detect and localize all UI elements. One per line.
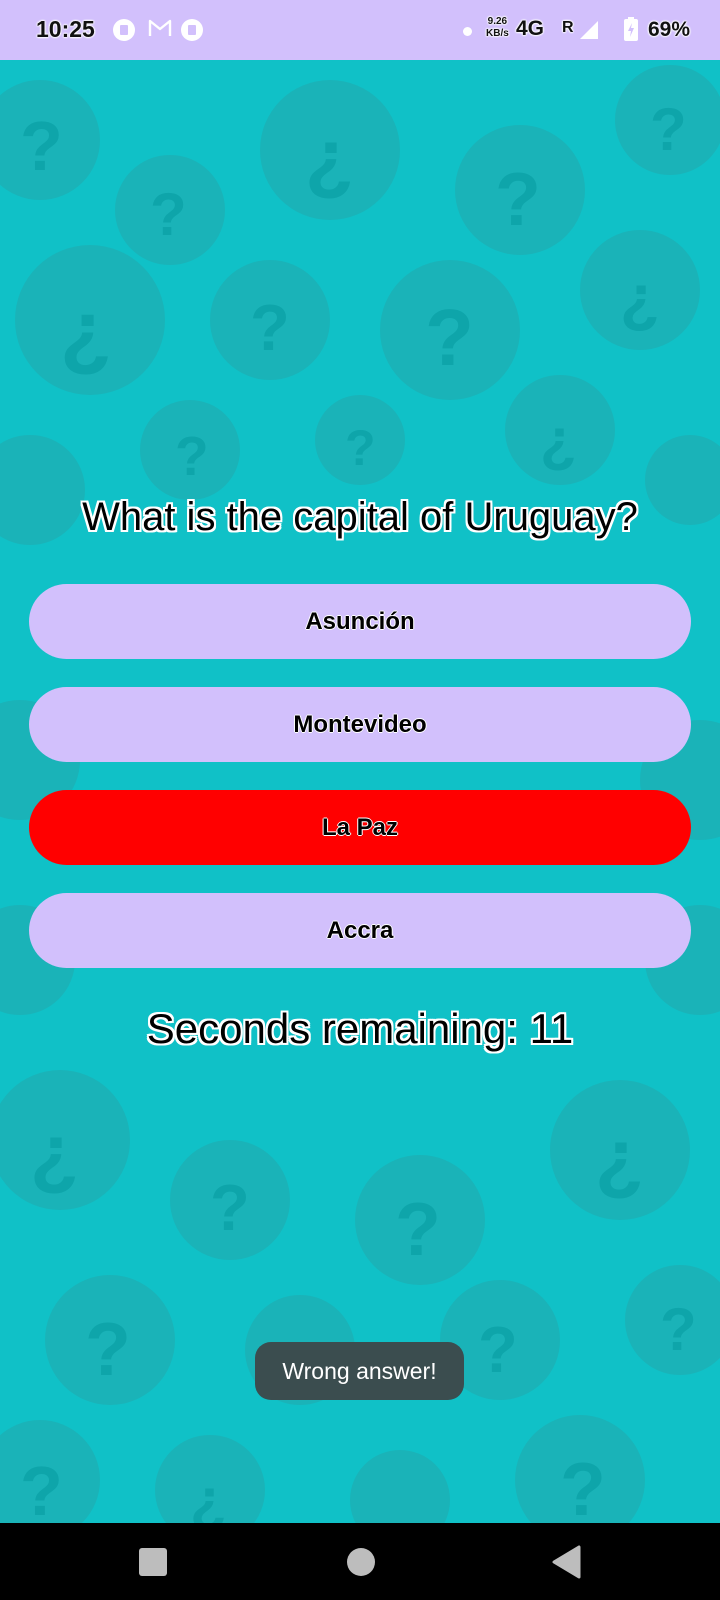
network-speed-value: 9.26 bbox=[487, 16, 508, 27]
svg-text:?: ? bbox=[660, 1296, 697, 1363]
app-notification-icon bbox=[181, 19, 203, 41]
svg-text:?: ? bbox=[560, 1447, 606, 1523]
gmail-icon bbox=[148, 19, 172, 36]
svg-text:¿: ¿ bbox=[540, 406, 577, 473]
svg-text:?: ? bbox=[650, 96, 687, 163]
svg-text:?: ? bbox=[395, 1187, 441, 1271]
svg-text:?: ? bbox=[20, 1452, 63, 1523]
svg-text:?: ? bbox=[210, 1171, 250, 1244]
question-text: What is the capital of Uruguay? bbox=[82, 495, 638, 539]
roaming-indicator: R bbox=[562, 19, 574, 36]
network-type: 4G bbox=[516, 17, 545, 40]
svg-text:¿: ¿ bbox=[190, 1466, 227, 1523]
signal-icon bbox=[580, 21, 598, 39]
timer-text: Seconds remaining: 11 bbox=[146, 1005, 574, 1052]
home-icon[interactable] bbox=[347, 1548, 375, 1576]
answer-button-4[interactable]: Accra bbox=[29, 893, 691, 968]
answer-button-3[interactable]: La Paz bbox=[29, 790, 691, 865]
answer-button-1[interactable]: Asunción bbox=[29, 584, 691, 659]
answer-label: Montevideo bbox=[293, 710, 427, 738]
svg-text:¿: ¿ bbox=[60, 284, 112, 379]
svg-text:¿: ¿ bbox=[595, 1113, 644, 1202]
svg-text:?: ? bbox=[175, 425, 209, 487]
quiz-screen: ? ? ¿ ? ? ¿ ? ? ¿ ? ? ¿ ¿ ? ? ¿ ? ¿ ? ? … bbox=[0, 60, 720, 1523]
svg-text:?: ? bbox=[425, 293, 474, 382]
answer-label: Accra bbox=[326, 916, 394, 944]
recent-apps-icon[interactable] bbox=[139, 1548, 167, 1576]
answer-button-2[interactable]: Montevideo bbox=[29, 687, 691, 762]
system-status-icons: 9.26 KB/s 4G R 69% bbox=[420, 0, 720, 60]
svg-text:?: ? bbox=[495, 157, 541, 241]
svg-text:?: ? bbox=[478, 1313, 518, 1386]
clock: 10:25 bbox=[36, 16, 95, 42]
svg-text:?: ? bbox=[20, 107, 63, 185]
notification-dot-icon bbox=[463, 27, 472, 36]
svg-text:¿: ¿ bbox=[305, 113, 354, 202]
back-icon[interactable] bbox=[551, 1545, 581, 1579]
navigation-bar bbox=[0, 1523, 720, 1600]
svg-text:?: ? bbox=[85, 1307, 131, 1391]
network-speed-unit: KB/s bbox=[486, 28, 509, 39]
status-bar: 10:25 9.26 KB/s 4G R 69% bbox=[0, 0, 720, 60]
answer-label: Asunción bbox=[305, 607, 415, 635]
svg-text:?: ? bbox=[250, 291, 290, 364]
app-notification-icon bbox=[113, 19, 135, 41]
battery-percent: 69% bbox=[648, 18, 691, 41]
toast-message: Wrong answer! bbox=[255, 1342, 464, 1400]
network-speed: 9.26 KB/s bbox=[486, 16, 509, 40]
svg-text:¿: ¿ bbox=[30, 1108, 79, 1197]
svg-text:¿: ¿ bbox=[620, 261, 660, 334]
battery-icon bbox=[624, 17, 638, 41]
svg-text:?: ? bbox=[345, 420, 376, 476]
svg-text:?: ? bbox=[150, 181, 187, 248]
answer-label: La Paz bbox=[321, 813, 399, 841]
